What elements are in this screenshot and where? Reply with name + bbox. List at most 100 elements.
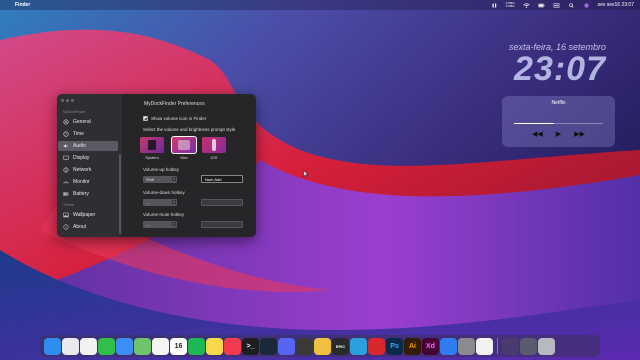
- sidebar-item-label: Wallpaper: [73, 212, 96, 218]
- show-volume-checkbox[interactable]: [143, 116, 148, 121]
- epic-games-icon[interactable]: EPIC: [332, 337, 349, 355]
- battery-icon: [63, 192, 69, 196]
- clock-time: 23:07: [514, 50, 606, 88]
- mouse-cursor-icon: [303, 170, 309, 178]
- settings-icon[interactable]: [458, 337, 475, 355]
- mac-overlay: [178, 140, 190, 150]
- whatsapp-icon[interactable]: [98, 337, 115, 355]
- explorer-icon[interactable]: [314, 337, 331, 355]
- sidebar-item-label: Monitor: [73, 179, 90, 185]
- window-title: MyDockFinder Preferences: [144, 101, 205, 107]
- play-icon[interactable]: ▶: [556, 130, 561, 138]
- picture-icon: [63, 212, 69, 218]
- volume-down-key-field[interactable]: [201, 199, 243, 206]
- calendar-icon[interactable]: 16: [170, 337, 187, 355]
- prompt-style-label: Select the volume and brightness prompt …: [143, 127, 236, 132]
- volume-up-modifier-value: Shift: [146, 177, 155, 182]
- music-progress-fill: [514, 123, 555, 124]
- notes-icon[interactable]: [206, 337, 223, 355]
- sidebar-item-label: Display: [73, 155, 90, 161]
- downloads-icon[interactable]: [520, 337, 537, 355]
- sidebar-item-label: Network: [73, 167, 92, 173]
- system-overlay: [148, 140, 156, 150]
- volume-mute-modifier-select[interactable]: -- ▾: [143, 221, 177, 228]
- music-widget: Netflix ◀◀ ▶ ▶▶: [502, 96, 615, 147]
- control-center-icon[interactable]: [552, 2, 560, 8]
- discord-icon[interactable]: [278, 337, 295, 355]
- menu-clock[interactable]: sex sex16 23:07: [598, 2, 634, 8]
- volume-up-key-field[interactable]: Num Add: [201, 175, 243, 183]
- network-speed-widget[interactable]: 0 KB/s 0 KB/s: [506, 2, 515, 8]
- photos-icon[interactable]: [152, 337, 169, 355]
- style-option-mac[interactable]: Mac: [171, 136, 197, 160]
- terminal-icon[interactable]: >_: [242, 337, 259, 355]
- gauge-icon: [63, 181, 69, 184]
- style-label: IOS: [210, 155, 218, 160]
- siri-icon[interactable]: [583, 2, 590, 8]
- spotify-icon[interactable]: [188, 337, 205, 355]
- sidebar-item-audio[interactable]: Audio: [58, 141, 118, 151]
- illustrator-icon[interactable]: Ai: [404, 337, 421, 355]
- xd-icon[interactable]: Xd: [422, 337, 439, 355]
- safari-icon[interactable]: [476, 337, 493, 355]
- volume-mute-key-field[interactable]: [201, 221, 243, 228]
- volume-mute-modifier-value: --: [146, 222, 149, 227]
- music-title: Netflix: [551, 100, 566, 106]
- mail-icon[interactable]: [116, 337, 133, 355]
- music-progress-bar[interactable]: [514, 123, 603, 124]
- sidebar-item-battery[interactable]: Battery: [58, 189, 118, 199]
- volume-up-modifier-select[interactable]: Shift ▾: [143, 176, 177, 183]
- show-volume-option: Show volume icon in Finder: [143, 116, 206, 121]
- news-icon[interactable]: [224, 337, 241, 355]
- chevron-down-icon: ▾: [172, 200, 176, 204]
- sidebar-item-about[interactable]: About: [58, 222, 118, 232]
- chrome-icon[interactable]: [80, 337, 97, 355]
- minimize-window-button[interactable]: [66, 99, 69, 102]
- launchpad-icon[interactable]: [62, 337, 79, 355]
- battery-status-icon[interactable]: [537, 3, 545, 8]
- zoom-window-button[interactable]: [71, 99, 74, 102]
- clock-icon: [63, 131, 69, 137]
- next-track-icon[interactable]: ▶▶: [574, 130, 585, 138]
- style-label: System: [145, 155, 159, 160]
- sidebar-scrollbar[interactable]: [119, 154, 121, 234]
- wifi-icon[interactable]: [522, 2, 530, 8]
- sidebar-item-network[interactable]: Network: [58, 165, 118, 175]
- sidebar-item-display[interactable]: Display: [58, 153, 118, 163]
- style-thumb-system: [140, 137, 164, 153]
- finder-icon[interactable]: [44, 337, 61, 355]
- trash-icon[interactable]: [538, 337, 555, 355]
- telegram-icon[interactable]: [350, 337, 367, 355]
- volume-down-modifier-select[interactable]: -- ▾: [143, 199, 177, 206]
- menu-app-name[interactable]: Finder: [15, 2, 30, 8]
- sidebar-item-monitor[interactable]: Monitor: [58, 177, 118, 187]
- sidebar-item-wallpaper[interactable]: Wallpaper: [58, 210, 118, 220]
- sidebar-section-heading: MyDockFinder: [63, 110, 86, 114]
- volume-up-key-value: Num Add: [205, 176, 222, 182]
- style-option-ios[interactable]: IOS: [202, 137, 226, 160]
- pause-icon[interactable]: [491, 3, 498, 8]
- volume-down-label: Volume-down hotkey: [143, 190, 185, 195]
- sidebar-item-time[interactable]: Time: [58, 129, 118, 139]
- search-icon[interactable]: [568, 2, 575, 8]
- sidebar-item-general[interactable]: General: [58, 117, 118, 127]
- sidebar-section-heading: Theme: [63, 203, 74, 207]
- steam-icon[interactable]: [260, 337, 277, 355]
- photoshop-icon[interactable]: Ps: [386, 337, 403, 355]
- sidebar-item-label: General: [73, 119, 91, 125]
- previous-track-icon[interactable]: ◀◀: [532, 130, 543, 138]
- maps-icon[interactable]: [134, 337, 151, 355]
- style-label: Mac: [180, 155, 188, 160]
- prefs-content: MyDockFinder Preferences Show volume ico…: [122, 94, 256, 237]
- volume-up-label: Volume-up hotkey: [143, 167, 180, 172]
- show-volume-label: Show volume icon in Finder: [151, 116, 207, 121]
- close-window-button[interactable]: [61, 99, 64, 102]
- music-controls: ◀◀ ▶ ▶▶: [532, 130, 585, 138]
- window-thumbnail-icon[interactable]: [502, 337, 519, 355]
- acrobat-icon[interactable]: [368, 337, 385, 355]
- calculator-icon[interactable]: [296, 337, 313, 355]
- sidebar-item-label: Battery: [73, 191, 89, 197]
- dock-separator: [497, 338, 498, 354]
- app-store-icon[interactable]: [440, 337, 457, 355]
- style-option-system[interactable]: System: [140, 137, 164, 160]
